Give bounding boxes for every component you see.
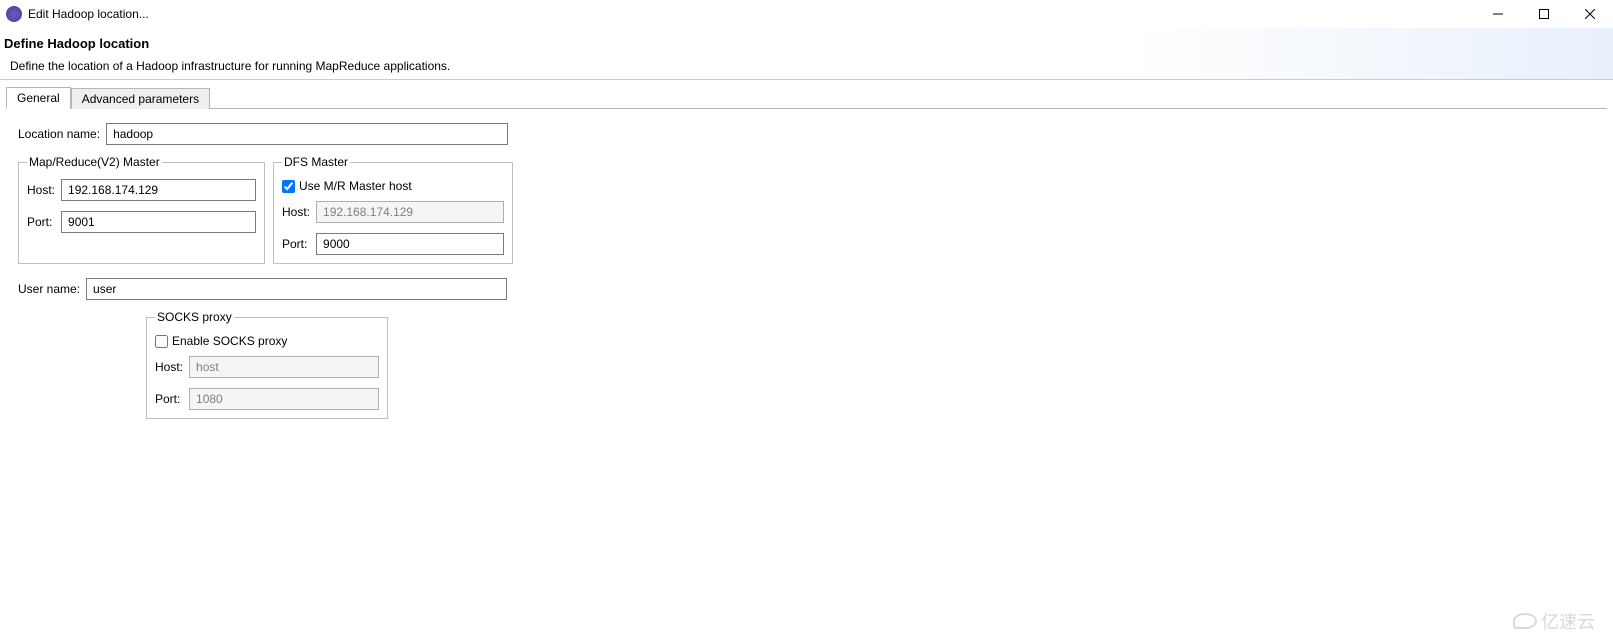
minimize-button[interactable]: [1475, 0, 1521, 28]
tabs-bar: General Advanced parameters: [6, 86, 1607, 109]
tab-general-content: Location name: Map/Reduce(V2) Master Hos…: [6, 109, 1607, 433]
socks-port-label: Port:: [155, 392, 183, 406]
dfs-master-group: DFS Master Use M/R Master host Host: Por…: [273, 155, 513, 264]
close-button[interactable]: [1567, 0, 1613, 28]
use-mr-host-checkbox[interactable]: [282, 180, 295, 193]
mapreduce-master-group: Map/Reduce(V2) Master Host: Port:: [18, 155, 265, 264]
maximize-button[interactable]: [1521, 0, 1567, 28]
user-name-label: User name:: [18, 282, 80, 296]
mr-port-input[interactable]: [61, 211, 256, 233]
mr-port-label: Port:: [27, 215, 55, 229]
enable-socks-label: Enable SOCKS proxy: [172, 334, 287, 348]
socks-proxy-legend: SOCKS proxy: [155, 310, 234, 324]
dfs-port-input[interactable]: [316, 233, 504, 255]
watermark: 亿速云: [1513, 608, 1595, 634]
watermark-text: 亿速云: [1541, 608, 1595, 634]
window-title: Edit Hadoop location...: [28, 7, 149, 21]
dfs-host-input: [316, 201, 504, 223]
use-mr-host-label: Use M/R Master host: [299, 179, 412, 193]
tab-advanced-parameters[interactable]: Advanced parameters: [71, 88, 210, 109]
wizard-header: Define Hadoop location Define the locati…: [0, 28, 1613, 80]
mr-host-input[interactable]: [61, 179, 256, 201]
socks-proxy-group: SOCKS proxy Enable SOCKS proxy Host: Por…: [146, 310, 388, 419]
window-controls-group: [1475, 0, 1613, 28]
mapreduce-master-legend: Map/Reduce(V2) Master: [27, 155, 162, 169]
user-name-input[interactable]: [86, 278, 507, 300]
page-title: Define Hadoop location: [4, 36, 1609, 51]
socks-port-input: [189, 388, 379, 410]
location-name-input[interactable]: [106, 123, 508, 145]
dfs-port-label: Port:: [282, 237, 310, 251]
tab-general[interactable]: General: [6, 87, 71, 109]
dfs-master-legend: DFS Master: [282, 155, 350, 169]
watermark-icon: [1513, 613, 1537, 629]
enable-socks-checkbox[interactable]: [155, 335, 168, 348]
mr-host-label: Host:: [27, 183, 55, 197]
window-titlebar: Edit Hadoop location...: [0, 0, 1613, 28]
dfs-host-label: Host:: [282, 205, 310, 219]
socks-host-label: Host:: [155, 360, 183, 374]
app-icon: [6, 6, 22, 22]
location-name-label: Location name:: [18, 127, 100, 141]
page-description: Define the location of a Hadoop infrastr…: [4, 59, 1609, 73]
socks-host-input: [189, 356, 379, 378]
